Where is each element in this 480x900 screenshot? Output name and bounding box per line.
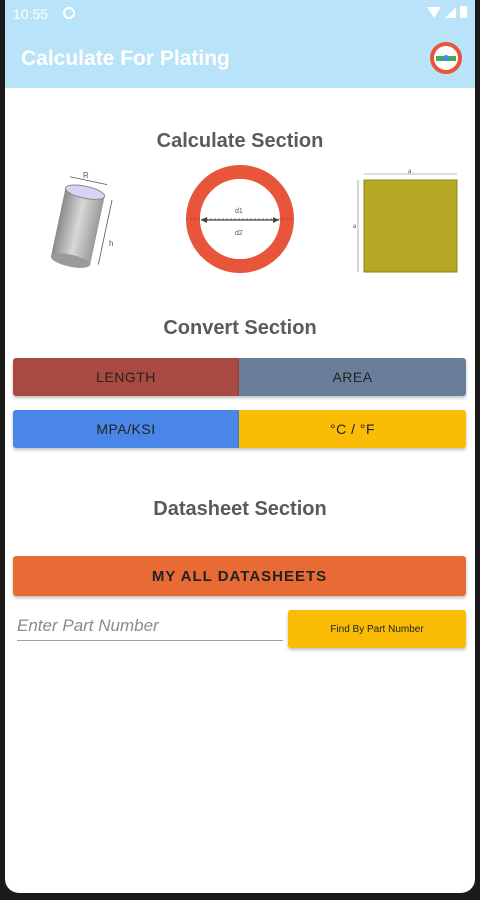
my-all-datasheets-button[interactable]: MY ALL DATASHEETS (13, 556, 466, 596)
battery-icon (460, 6, 467, 18)
square-a-side-label: a (353, 224, 357, 230)
temperature-button[interactable]: °C / °F (239, 410, 466, 448)
mpa-ksi-button[interactable]: MPA/KSI (13, 410, 239, 448)
square-calculator-icon[interactable]: a a (353, 166, 463, 276)
datasheet-section-title: Datasheet Section (153, 498, 327, 520)
app-logo-icon[interactable] (429, 41, 463, 75)
app-bar: Calculate For Plating (5, 30, 475, 88)
part-number-input[interactable] (17, 612, 283, 641)
wifi-icon (427, 6, 441, 18)
app-title: Calculate For Plating (21, 47, 230, 70)
find-by-part-number-button[interactable]: Find By Part Number (288, 610, 466, 648)
signal-icon (445, 6, 456, 18)
cylinder-h-label: h (109, 239, 113, 248)
notification-icon (63, 7, 75, 19)
status-time: 10:55 (13, 6, 49, 22)
ring-d1-label: d1 (235, 208, 243, 215)
calculate-section-title: Calculate Section (156, 130, 324, 152)
status-icons (427, 6, 467, 18)
convert-section-title: Convert Section (163, 317, 317, 339)
length-button[interactable]: LENGTH (13, 358, 239, 396)
cylinder-calculator-icon[interactable]: R h (41, 166, 121, 272)
cylinder-r-label: R (83, 171, 89, 180)
area-button[interactable]: AREA (239, 358, 466, 396)
phone-screen: 10:55 Calculate For Plating Calculate Se… (5, 0, 475, 893)
ring-d2-label: d2 (235, 230, 243, 237)
status-bar: 10:55 (5, 0, 475, 30)
ring-calculator-icon[interactable]: d1 d2 (181, 163, 299, 275)
